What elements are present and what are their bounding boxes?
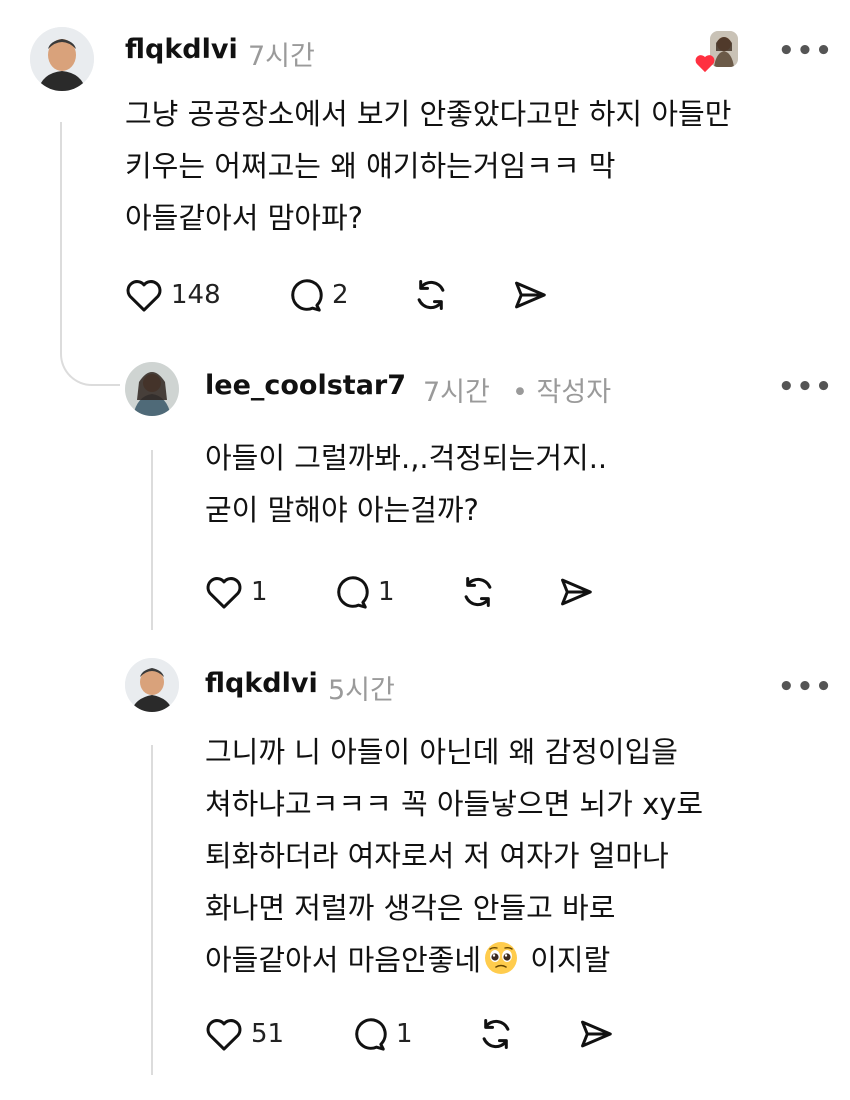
repost-icon (417, 280, 445, 310)
thread-connector (60, 122, 120, 386)
thread-line (151, 450, 153, 630)
comment-line: 아들같아서 맘아파? (125, 201, 364, 235)
comment-line: 아들이 그럴까봐.,.걱정되는거지.. (205, 441, 608, 475)
reply-button[interactable]: 1 (350, 1012, 413, 1056)
username[interactable]: lee_coolstar7 (205, 370, 406, 401)
like-button[interactable]: 148 (125, 273, 221, 317)
timestamp: 7시간 (423, 377, 490, 408)
heart-icon (206, 1019, 242, 1051)
username[interactable]: flqkdlvi (125, 34, 238, 65)
send-icon (581, 1020, 612, 1048)
comment-line: 아들같아서 마음안좋네 이지랄 (205, 934, 703, 986)
more-options-icon[interactable]: ••• (778, 372, 834, 402)
comment-text: 아들이 그럴까봐.,.걱정되는거지.. 굳이 말해야 아는걸까? (205, 432, 607, 536)
heart-badge-icon (695, 55, 715, 73)
thread-line (151, 745, 153, 1075)
reply-button[interactable]: 2 (286, 273, 349, 317)
comment-line-text: 아들같아서 마음안좋네 (205, 943, 482, 977)
comment-line: 퇴화하더라 여자로서 저 여자가 얼마나 (205, 839, 669, 873)
comment-bubble-icon (337, 576, 369, 609)
comment-line: 화나면 저럴까 생각은 안들고 바로 (205, 891, 616, 925)
profile-photo-icon (125, 658, 179, 712)
comment-text: 그냥 공공장소에서 보기 안좋았다고만 하지 아들만 키우는 어쩌고는 왜 얘기… (125, 88, 731, 244)
like-count: 1 (251, 577, 268, 607)
send-icon (515, 281, 546, 309)
share-button[interactable] (576, 1012, 616, 1056)
pleading-face-emoji (485, 942, 518, 974)
reply-button[interactable]: 1 (332, 570, 395, 614)
comment-bubble-icon (291, 279, 323, 312)
repost-icon (482, 1019, 510, 1049)
heart-icon (126, 280, 162, 312)
profile-photo-icon (125, 362, 179, 416)
timestamp: 7시간 (248, 41, 315, 72)
like-count: 148 (171, 280, 221, 310)
author-badge: • 작성자 (512, 377, 612, 408)
comment-line: 그냥 공공장소에서 보기 안좋았다고만 하지 아들만 (125, 97, 732, 131)
more-options-icon[interactable]: ••• (778, 672, 834, 702)
comment-bubble-icon (355, 1018, 387, 1051)
avatar[interactable] (125, 362, 179, 416)
comment-line-text: 이지랄 (521, 943, 611, 977)
like-button[interactable]: 51 (205, 1012, 284, 1056)
comment-line: 굳이 말해야 아는걸까? (205, 493, 479, 527)
comment-line: 키우는 어쩌고는 왜 얘기하는거임ㅋㅋ 막 (125, 149, 616, 183)
comment-text: 그니까 니 아들이 아닌데 왜 감정이입을 쳐하냐고ㅋㅋㅋ 꼭 아들낳으면 뇌가… (205, 726, 703, 986)
reply-count: 2 (332, 280, 349, 310)
repost-button[interactable] (459, 570, 497, 614)
share-button[interactable] (510, 273, 550, 317)
more-options-icon[interactable]: ••• (778, 36, 834, 66)
like-button[interactable]: 1 (205, 570, 268, 614)
reply-count: 1 (396, 1019, 413, 1049)
liked-by-author-badge (694, 31, 744, 75)
share-button[interactable] (556, 570, 596, 614)
avatar[interactable] (125, 658, 179, 712)
reply-count: 1 (378, 577, 395, 607)
like-count: 51 (251, 1019, 285, 1049)
send-icon (561, 578, 592, 606)
repost-button[interactable] (412, 273, 450, 317)
repost-button[interactable] (477, 1012, 515, 1056)
comment-line: 그니까 니 아들이 아닌데 왜 감정이입을 (205, 735, 678, 769)
comment-line: 쳐하냐고ㅋㅋㅋ 꼭 아들낳으면 뇌가 xy로 (205, 787, 704, 821)
repost-icon (464, 577, 492, 607)
username[interactable]: flqkdlvi (205, 668, 318, 699)
profile-photo-icon (30, 27, 94, 91)
avatar[interactable] (30, 27, 94, 91)
heart-icon (206, 577, 242, 609)
timestamp: 5시간 (328, 675, 395, 706)
